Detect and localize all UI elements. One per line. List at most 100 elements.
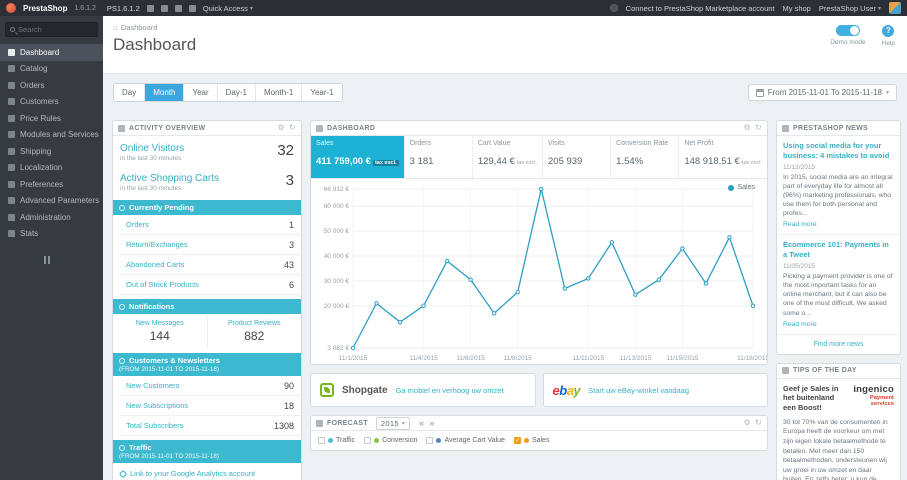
refresh-icon[interactable]: ↻: [755, 419, 762, 427]
sidebar-item-advanced-parameters[interactable]: Advanced Parameters: [0, 193, 103, 210]
kpi-sales[interactable]: Sales 411 759,00 € tax excl.: [311, 136, 405, 178]
ebay-promo[interactable]: ebay Start uw eBay-winkel vandaag: [542, 373, 768, 407]
refresh-icon[interactable]: ↻: [755, 124, 762, 132]
sidebar-item-administration[interactable]: Administration: [0, 209, 103, 226]
svg-text:3 082 €: 3 082 €: [327, 345, 349, 352]
legend-traffic[interactable]: Traffic: [318, 437, 355, 444]
ebay-link[interactable]: Start uw eBay-winkel vandaag: [588, 386, 689, 395]
filter-month-button[interactable]: Month: [145, 84, 185, 101]
article-title-link[interactable]: Using social media for your business: 4 …: [783, 141, 894, 161]
legend-sales[interactable]: ✓ Sales: [513, 437, 549, 444]
sidebar-item-modules[interactable]: Modules and Services: [0, 127, 103, 144]
legend-average-cart-value[interactable]: Average Cart Value: [426, 437, 505, 444]
kpi-cart-value[interactable]: Cart Value 129,44 € tax excl.: [473, 136, 543, 178]
refresh-icon[interactable]: ↻: [289, 124, 296, 132]
kpi-orders[interactable]: Orders 3 181: [405, 136, 473, 178]
customer-icon[interactable]: [160, 4, 168, 12]
customers-newsletters-title: Customers & Newsletters: [129, 356, 220, 365]
user-menu[interactable]: PrestaShop User ▾: [819, 4, 881, 13]
pending-row-orders[interactable]: Orders 1: [120, 215, 301, 235]
sidebar-item-dashboard[interactable]: Dashboard: [0, 44, 103, 61]
row-new-subscriptions[interactable]: New Subscriptions 18: [120, 396, 301, 416]
link-icon: [118, 469, 128, 478]
kpi-conversion-rate[interactable]: Conversion Rate 1.54%: [611, 136, 680, 178]
sidebar-item-shipping[interactable]: Shipping: [0, 143, 103, 160]
sidebar-collapse-button[interactable]: [44, 256, 103, 264]
pending-row-abandoned-carts[interactable]: Abandoned Carts 43: [120, 255, 301, 275]
trophy-icon[interactable]: [188, 4, 196, 12]
online-visitors-label[interactable]: Online Visitors: [120, 143, 184, 154]
previous-icon[interactable]: «: [419, 418, 424, 428]
chevron-down-icon: ▾: [249, 5, 253, 12]
avatar[interactable]: [889, 2, 901, 14]
sidebar-search[interactable]: [5, 22, 98, 37]
help-icon[interactable]: ?: [882, 25, 895, 37]
sidebar-item-label: Advanced Parameters: [20, 196, 100, 206]
sidebar-item-catalog[interactable]: Catalog: [0, 61, 103, 78]
preferences-icon: [8, 180, 15, 188]
ebay-logo: ebay: [552, 382, 581, 398]
svg-text:11/1/2015: 11/1/2015: [339, 355, 368, 362]
my-shop-link[interactable]: My shop: [783, 4, 811, 13]
svg-text:11/18/2015: 11/18/2015: [737, 355, 767, 362]
filter-day-1-button[interactable]: Day-1: [217, 84, 256, 101]
ingenico-logo: ingenico Payment services: [853, 383, 894, 408]
shopgate-promo[interactable]: Shopgate Ga mobiel en verhoog uw omzet: [310, 373, 536, 407]
google-analytics-link[interactable]: Link to your Google Analytics account: [113, 463, 301, 480]
next-icon[interactable]: »: [429, 418, 434, 428]
product-reviews-cell[interactable]: Product Reviews 882: [208, 314, 302, 349]
sidebar-item-localization[interactable]: Localization: [0, 160, 103, 177]
plane-icon[interactable]: [174, 4, 182, 12]
sidebar-item-preferences[interactable]: Preferences: [0, 176, 103, 193]
date-range-picker[interactable]: From 2015-11-01 To 2015-11-18 ▾: [747, 84, 897, 101]
kpi-net-profit[interactable]: Net Profit 148 918,51 € tax excl.: [679, 136, 767, 178]
filter-day-button[interactable]: Day: [114, 84, 146, 101]
grid-icon: [316, 124, 323, 132]
sidebar-item-price-rules[interactable]: Price Rules: [0, 110, 103, 127]
pending-row-out-of-stock[interactable]: Out of Stock Products 6: [120, 275, 301, 295]
svg-text:11/6/2015: 11/6/2015: [456, 355, 485, 362]
legend-conversion[interactable]: Conversion: [364, 437, 417, 444]
online-visitors-value: 32: [277, 142, 294, 159]
read-more-link[interactable]: Read more: [783, 321, 894, 328]
marketplace-link[interactable]: Connect to PrestaShop Marketplace accoun…: [626, 4, 775, 13]
read-more-link[interactable]: Read more: [783, 221, 894, 228]
checkbox-icon: [318, 437, 325, 444]
filter-year-button[interactable]: Year: [184, 84, 218, 101]
sidebar-item-customers[interactable]: Customers: [0, 94, 103, 111]
chevron-down-icon: ▾: [885, 90, 889, 96]
shop-name[interactable]: PS1.6.1.2: [107, 4, 140, 13]
pending-row-returns[interactable]: Return/Exchanges 3: [120, 235, 301, 255]
find-more-news-link[interactable]: Find more news: [777, 335, 900, 354]
row-total-subscribers[interactable]: Total Subscribers 1308: [120, 416, 301, 436]
filter-month-1-button[interactable]: Month-1: [255, 84, 303, 101]
shopgate-link[interactable]: Ga mobiel en verhoog uw omzet: [396, 386, 504, 395]
gear-icon[interactable]: ⚙: [744, 124, 751, 132]
filter-bar: Day Month Year Day-1 Month-1 Year-1 From…: [113, 83, 897, 102]
article-title-link[interactable]: Ecommerce 101: Payments in a Tweet: [783, 240, 894, 260]
sidebar-item-stats[interactable]: Stats: [0, 226, 103, 243]
svg-text:66 912 €: 66 912 €: [324, 186, 350, 193]
gear-icon[interactable]: ⚙: [744, 419, 751, 427]
row-new-customers[interactable]: New Customers 90: [120, 376, 301, 396]
sidebar-item-orders[interactable]: Orders: [0, 77, 103, 94]
home-icon: ⌂: [113, 23, 118, 32]
notifications-title: Notifications: [129, 302, 175, 311]
customers-newsletters-range: (FROM 2015-11-01 TO 2015-11-18): [119, 366, 219, 373]
module-promos: Shopgate Ga mobiel en verhoog uw omzet e…: [310, 373, 768, 407]
new-messages-cell[interactable]: New Messages 144: [113, 314, 208, 349]
filter-year-1-button[interactable]: Year-1: [302, 84, 342, 101]
quick-access-menu[interactable]: Quick Access ▾: [203, 4, 253, 13]
forecast-year-select[interactable]: 2015 ▾: [375, 416, 411, 430]
demo-mode-toggle[interactable]: [835, 25, 860, 36]
gear-icon[interactable]: ⚙: [278, 124, 285, 132]
active-carts-label[interactable]: Active Shopping Carts: [120, 173, 219, 184]
activity-overview-panel: ACTIVITY OVERVIEW ⚙ ↻ Online Visitors in …: [112, 120, 302, 480]
chart-icon: [316, 419, 323, 427]
search-input[interactable]: [18, 25, 90, 34]
cart-icon[interactable]: [146, 4, 154, 12]
chart-legend[interactable]: Sales: [728, 184, 755, 191]
sidebar-item-label: Customers: [20, 97, 59, 107]
kpi-visits[interactable]: Visits 205 939: [543, 136, 612, 178]
clock-icon: [119, 204, 125, 211]
